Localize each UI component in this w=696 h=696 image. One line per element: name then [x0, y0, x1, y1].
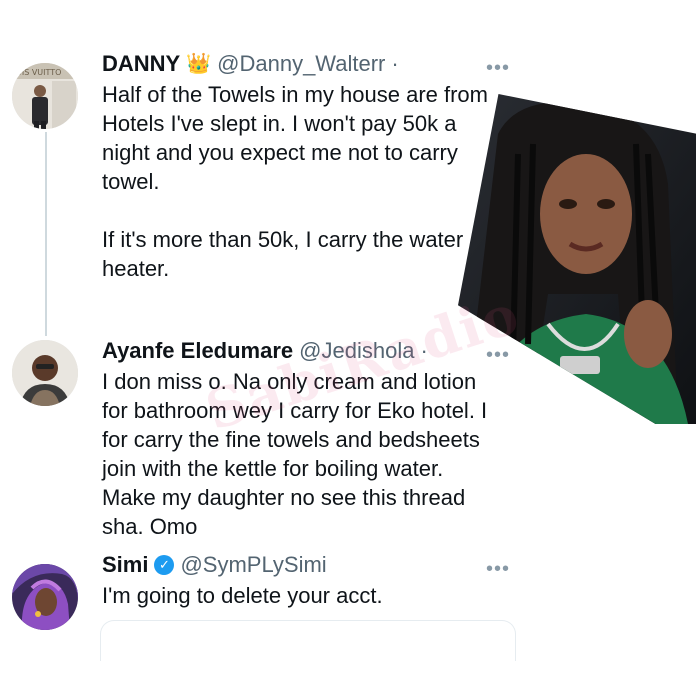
handle[interactable]: @Jedishola [299, 337, 414, 365]
separator-dot: · [391, 51, 399, 76]
handle[interactable]: @Danny_Walterr [217, 50, 385, 78]
display-name[interactable]: DANNY [102, 50, 180, 78]
tweet-header: Ayanfe Eledumare @Jedishola · [102, 337, 428, 365]
avatar-danny[interactable]: UIS VUITTO [12, 63, 78, 129]
verified-badge-icon: ✓ [154, 555, 175, 575]
reply-box-edge[interactable] [100, 620, 516, 661]
separator-dot: · [420, 338, 428, 363]
tweet-header: DANNY 👑 @Danny_Walterr · [102, 50, 399, 78]
thread-connector-line [45, 132, 47, 336]
person-avatar-icon: UIS VUITTO [12, 63, 78, 129]
tweet-text: I don miss o. Na only cream and lotion f… [102, 369, 488, 539]
more-options-icon[interactable]: ••• [486, 58, 510, 78]
crown-icon: 👑 [186, 53, 212, 75]
more-options-icon[interactable]: ••• [486, 345, 510, 365]
display-name[interactable]: Ayanfe Eledumare [102, 337, 293, 365]
tweet-header: Simi ✓ @SymPLySimi [102, 551, 327, 579]
illustrated-avatar-icon [12, 564, 78, 630]
handle[interactable]: @SymPLySimi [180, 551, 326, 579]
more-options-icon[interactable]: ••• [486, 559, 510, 579]
avatar-ayanfe[interactable] [12, 340, 78, 406]
tweet-text: Half of the Towels in my house are from … [102, 82, 488, 281]
person-avatar-icon [12, 340, 78, 406]
tweet-text: I'm going to delete your acct. [102, 583, 383, 608]
svg-text:UIS VUITTO: UIS VUITTO [16, 68, 61, 77]
avatar-simi[interactable] [12, 564, 78, 630]
display-name[interactable]: Simi [102, 551, 148, 579]
